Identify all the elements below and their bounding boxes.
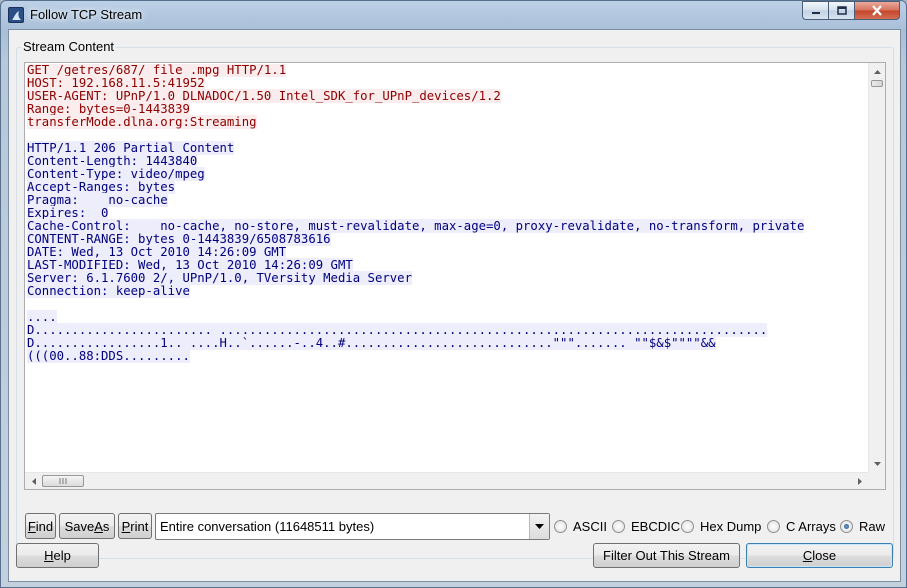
radio-ascii-label[interactable]: ASCII: [573, 519, 607, 534]
radio-raw[interactable]: Raw: [840, 519, 885, 534]
vertical-scrollbar[interactable]: [868, 63, 885, 472]
horizontal-scrollbar[interactable]: [25, 472, 868, 489]
radio-raw-indicator[interactable]: [840, 520, 853, 533]
radio-raw-label[interactable]: Raw: [859, 519, 885, 534]
horizontal-scroll-thumb[interactable]: [42, 475, 84, 487]
client-request-text[interactable]: HOST: 192.168.11.5:41952: [27, 76, 205, 90]
window-title: Follow TCP Stream: [30, 7, 143, 22]
stream-line[interactable]: (((00..88:DDS.........: [27, 349, 867, 363]
dialog-client-area: Stream Content GET /getres/687/_file_.mp…: [8, 29, 901, 582]
radio-ebcdic-indicator[interactable]: [612, 520, 625, 533]
server-response-text[interactable]: (((00..88:DDS.........: [27, 349, 190, 363]
close-button[interactable]: Close: [746, 543, 893, 568]
stream-content-label: Stream Content: [21, 39, 117, 54]
client-request-text[interactable]: transferMode.dlna.org:Streaming: [27, 115, 257, 129]
server-response-text[interactable]: Server: 6.1.7600 2/, UPnP/1.0, TVersity …: [27, 271, 412, 285]
client-request-text[interactable]: USER-AGENT: UPnP/1.0 DLNADOC/1.50 Intel_…: [27, 89, 501, 103]
stream-text[interactable]: GET /getres/687/_file_.mpg HTTP/1.1 HOST:…: [27, 64, 867, 472]
server-response-text[interactable]: ....: [27, 310, 57, 324]
find-button[interactable]: Find: [25, 513, 56, 539]
server-response-text[interactable]: Pragma: no-cache: [27, 193, 168, 207]
server-response-text[interactable]: D.................1.._....H..`......-..4…: [27, 336, 716, 350]
print-button[interactable]: Print: [118, 513, 152, 539]
server-response-text[interactable]: Expires: 0: [27, 206, 109, 220]
radio-c-arrays-indicator[interactable]: [767, 520, 780, 533]
filter-out-this-stream-button[interactable]: Filter Out This Stream: [593, 543, 740, 568]
scroll-up-icon[interactable]: [869, 63, 885, 80]
radio-c-arrays[interactable]: C Arrays: [767, 519, 836, 534]
server-response-text[interactable]: LAST-MODIFIED: Wed, 13 Oct 2010 14:26:09…: [27, 258, 353, 272]
title-bar[interactable]: Follow TCP Stream: [1, 1, 906, 29]
stream-line[interactable]: [27, 298, 867, 311]
server-response-text[interactable]: Accept-Ranges: bytes: [27, 180, 176, 194]
stream-line[interactable]: Pragma: no-cache: [27, 193, 867, 207]
radio-ascii[interactable]: ASCII: [554, 519, 607, 534]
radio-hex-dump-indicator[interactable]: [681, 520, 694, 533]
grip-icon: [59, 478, 67, 484]
wireshark-fin-icon: [8, 7, 24, 23]
client-request-text[interactable]: Range: bytes=0-1443839: [27, 102, 190, 116]
stream-line[interactable]: Connection: keep-alive: [27, 284, 867, 298]
scroll-left-icon[interactable]: [25, 473, 42, 489]
stream-content-group: Stream Content GET /getres/687/_file_.mp…: [16, 39, 894, 559]
conversation-dropdown-button[interactable]: [529, 514, 549, 539]
server-response-text[interactable]: Connection: keep-alive: [27, 284, 190, 298]
minimize-icon: [811, 11, 820, 14]
scroll-right-icon[interactable]: [851, 473, 868, 489]
server-response-text[interactable]: Cache-Control: no-cache, no-store, must-…: [27, 219, 805, 233]
radio-ascii-indicator[interactable]: [554, 520, 567, 533]
radio-ebcdic-label[interactable]: EBCDIC: [631, 519, 680, 534]
server-response-text[interactable]: Content-Type: video/mpeg: [27, 167, 205, 181]
stream-text-area[interactable]: GET /getres/687/_file_.mpg HTTP/1.1 HOST:…: [24, 62, 886, 490]
maximize-icon: [836, 5, 847, 15]
vertical-scroll-thumb[interactable]: [871, 80, 883, 87]
conversation-select-value: Entire conversation (11648511 bytes): [160, 519, 375, 534]
maximize-button[interactable]: [828, 1, 854, 20]
scroll-down-icon[interactable]: [869, 455, 885, 472]
conversation-select[interactable]: Entire conversation (11648511 bytes): [155, 513, 550, 540]
server-response-text[interactable]: D........................ ..............…: [27, 323, 768, 337]
radio-hex-dump-label[interactable]: Hex Dump: [700, 519, 761, 534]
minimize-button[interactable]: [802, 1, 828, 20]
server-response-text[interactable]: CONTENT-RANGE: bytes 0-1443839/650878361…: [27, 232, 331, 246]
save-as-button[interactable]: Save As: [59, 513, 115, 539]
chevron-down-icon: [535, 524, 544, 529]
server-response-text[interactable]: Content-Length: 1443840: [27, 154, 198, 168]
stream-line[interactable]: transferMode.dlna.org:Streaming: [27, 115, 867, 129]
find-button-mnemonic: F: [27, 518, 36, 534]
follow-tcp-stream-window: Follow TCP Stream Stream Content GET /ge…: [0, 0, 907, 588]
help-button[interactable]: Help: [16, 543, 99, 568]
radio-ebcdic[interactable]: EBCDIC: [612, 519, 680, 534]
scroll-corner: [868, 472, 885, 489]
close-icon: [872, 5, 882, 16]
radio-c-arrays-label[interactable]: C Arrays: [786, 519, 836, 534]
server-response-text[interactable]: DATE: Wed, 13 Oct 2010 14:26:09 GMT: [27, 245, 287, 259]
radio-hex-dump[interactable]: Hex Dump: [681, 519, 761, 534]
server-response-text[interactable]: HTTP/1.1 206 Partial Content: [27, 141, 235, 155]
close-window-button[interactable]: [854, 1, 900, 20]
